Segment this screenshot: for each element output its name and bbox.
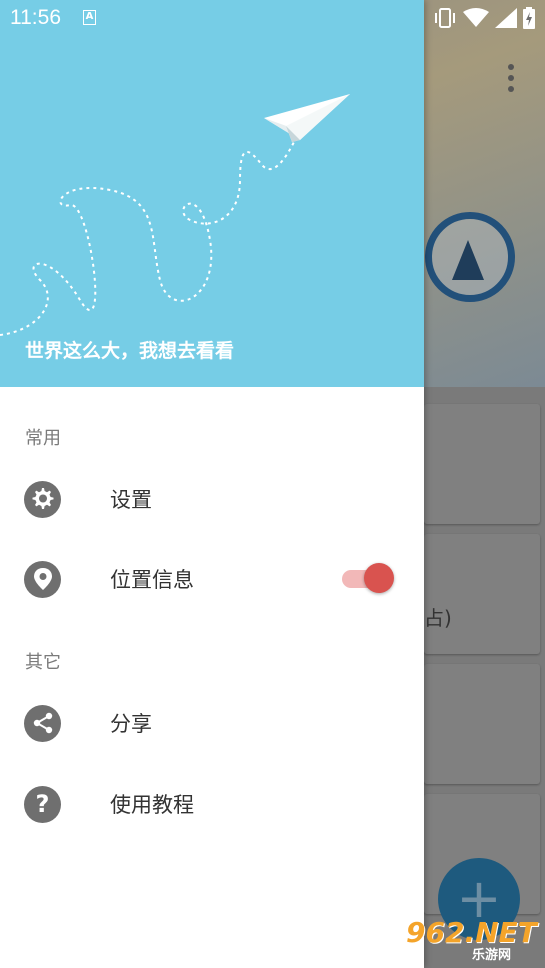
gear-icon	[24, 480, 61, 518]
status-bar: 11:56 A	[0, 0, 545, 36]
help-icon: ?	[24, 785, 61, 823]
menu-item-tutorial[interactable]: ? 使用教程	[0, 764, 424, 844]
drawer-header: 世界这么大，我想去看看	[0, 0, 424, 387]
toggle-thumb	[364, 563, 394, 593]
vibrate-icon	[435, 8, 455, 28]
menu-item-label: 使用教程	[110, 793, 194, 817]
menu-item-settings[interactable]: 设置	[0, 459, 424, 539]
status-icons	[433, 6, 535, 30]
menu-item-label: 位置信息	[110, 568, 194, 592]
a-notification-icon: A	[83, 10, 96, 25]
menu-item-label: 设置	[110, 488, 152, 512]
watermark-subtext: 乐游网	[472, 948, 512, 963]
background-card[interactable]	[424, 664, 540, 784]
navigation-drawer: 世界这么大，我想去看看 常用 设置 位置信息 其它 分享 ? 使用教程	[0, 0, 424, 968]
wifi-icon	[463, 8, 489, 27]
battery-charging-icon	[523, 7, 535, 29]
menu-item-location[interactable]: 位置信息	[0, 539, 424, 619]
paper-plane-icon	[0, 94, 350, 336]
share-icon	[24, 704, 61, 742]
menu-item-share[interactable]: 分享	[0, 683, 424, 763]
section-label-other: 其它	[25, 652, 61, 673]
status-time: 11:56	[10, 6, 61, 29]
drawer-slogan: 世界这么大，我想去看看	[25, 340, 235, 362]
section-label-common: 常用	[25, 428, 61, 449]
navigation-arrow-icon	[452, 240, 484, 280]
background-card[interactable]	[424, 534, 540, 654]
watermark-logo: 962.NET 乐游网	[406, 916, 542, 963]
background-card-text: 占)	[424, 606, 452, 630]
background-card[interactable]	[424, 404, 540, 524]
signal-icon	[495, 8, 517, 28]
location-pin-icon	[24, 560, 61, 598]
location-toggle[interactable]	[342, 561, 394, 597]
menu-item-label: 分享	[110, 712, 152, 736]
overflow-menu-icon[interactable]	[508, 64, 514, 92]
